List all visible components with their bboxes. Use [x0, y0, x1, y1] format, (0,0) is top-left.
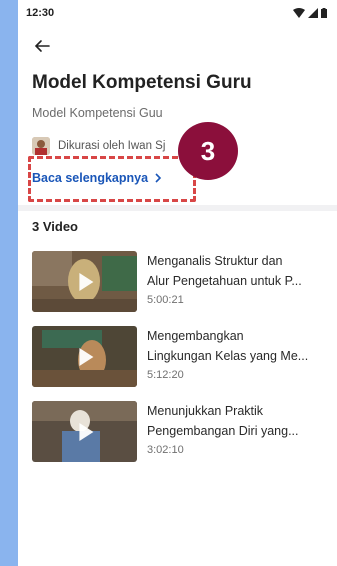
- arrow-back-icon: [34, 40, 50, 52]
- status-icons: [293, 8, 327, 18]
- wifi-icon: [293, 8, 305, 18]
- video-thumbnail[interactable]: [32, 401, 137, 462]
- video-duration: 5:00:21: [147, 294, 184, 306]
- video-info: Mengembangkan Lingkungan Kelas yang Me..…: [147, 326, 327, 401]
- video-count-heading: 3 Video: [32, 219, 79, 234]
- video-title-line: Pengembangan Diri yang...: [147, 424, 299, 438]
- play-icon: [78, 347, 93, 366]
- video-title-line: Menganalis Struktur dan: [147, 254, 283, 268]
- video-thumbnail[interactable]: [32, 251, 137, 312]
- curator-text: Dikurasi oleh Iwan Sj: [58, 140, 166, 152]
- status-time: 12:30: [26, 7, 55, 19]
- signal-icon: [308, 8, 318, 18]
- play-icon: [78, 422, 93, 441]
- video-title-line: Mengembangkan: [147, 329, 244, 343]
- avatar: [32, 137, 50, 155]
- app-bar: [18, 26, 337, 66]
- highlight-box: [28, 156, 196, 202]
- battery-icon: [321, 8, 327, 18]
- status-bar: 12:30: [18, 0, 337, 26]
- step-badge: 3: [178, 122, 238, 180]
- video-item[interactable]: Menunjukkan Praktik Pengembangan Diri ya…: [32, 401, 332, 476]
- play-icon: [78, 272, 93, 291]
- back-button[interactable]: [30, 34, 54, 58]
- video-title-line: Lingkungan Kelas yang Me...: [147, 349, 309, 363]
- app-screen: 12:30 Model Kompetensi Guru Model Kompet…: [18, 0, 337, 566]
- video-thumbnail[interactable]: [32, 326, 137, 387]
- video-duration: 3:02:10: [147, 444, 184, 456]
- video-item[interactable]: Mengembangkan Lingkungan Kelas yang Me..…: [32, 326, 332, 401]
- video-item[interactable]: Menganalis Struktur dan Alur Pengetahuan…: [32, 251, 332, 326]
- video-info: Menganalis Struktur dan Alur Pengetahuan…: [147, 251, 327, 326]
- page-subtitle: Model Kompetensi Guu: [32, 106, 163, 120]
- video-info: Menunjukkan Praktik Pengembangan Diri ya…: [147, 401, 327, 476]
- video-list: Menganalis Struktur dan Alur Pengetahuan…: [32, 251, 332, 476]
- page-title: Model Kompetensi Guru: [32, 72, 252, 93]
- video-duration: 5:12:20: [147, 369, 184, 381]
- video-title-line: Alur Pengetahuan untuk P...: [147, 274, 302, 288]
- section-divider: [18, 205, 337, 211]
- video-title-line: Menunjukkan Praktik: [147, 404, 264, 418]
